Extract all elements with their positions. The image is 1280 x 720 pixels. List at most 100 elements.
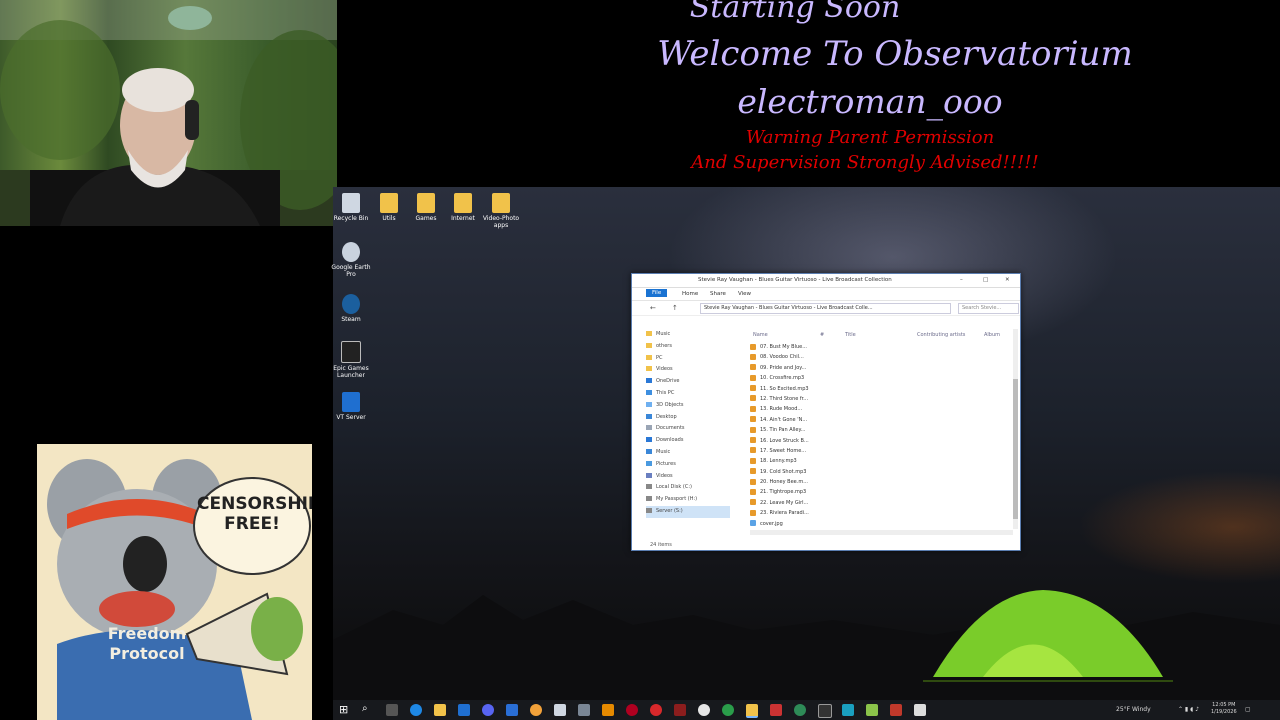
folder-icon: [417, 193, 435, 213]
desktop-icon-steam[interactable]: Steam: [331, 294, 371, 323]
tab-share[interactable]: Share: [710, 291, 726, 297]
file-row[interactable]: 20. Honey Bee.m...: [750, 477, 1016, 487]
desktop-icon-games[interactable]: Games: [406, 193, 446, 222]
file-row[interactable]: 19. Cold Shot.mp3: [750, 467, 1016, 477]
column-title[interactable]: Title: [845, 332, 856, 338]
app-icon[interactable]: [890, 704, 902, 716]
back-arrow-icon[interactable]: ←: [650, 304, 656, 312]
search-input[interactable]: Search Stevie...: [958, 303, 1019, 314]
nav-item[interactable]: Pictures: [646, 459, 730, 471]
edge-icon[interactable]: [410, 704, 422, 716]
column-name[interactable]: Name: [753, 332, 768, 338]
nav-item[interactable]: This PC: [646, 388, 730, 400]
app-icon[interactable]: [770, 704, 782, 716]
desktop-icon-vt-server[interactable]: VT Server: [331, 392, 371, 421]
opera-icon[interactable]: [626, 704, 638, 716]
clock[interactable]: 12:05 PM 1/19/2026: [1211, 702, 1237, 716]
nav-item[interactable]: Documents: [646, 423, 730, 435]
app-icon[interactable]: [506, 704, 518, 716]
nav-item[interactable]: PC: [646, 353, 730, 365]
nav-item-selected[interactable]: Server (S:): [646, 505, 730, 518]
file-row[interactable]: 08. Voodoo Chil...: [750, 352, 1016, 362]
desktop-icon-epic-games[interactable]: Epic Games Launcher: [331, 341, 371, 379]
file-row[interactable]: 09. Pride and Joy...: [750, 363, 1016, 373]
file-row[interactable]: 11. So Excited.mp3: [750, 384, 1016, 394]
scrollbar-thumb[interactable]: [1013, 379, 1018, 519]
file-row[interactable]: 15. Tin Pan Alley...: [750, 425, 1016, 435]
desktop-icon-recycle-bin[interactable]: Recycle Bin: [331, 193, 371, 222]
app-icon[interactable]: [914, 704, 926, 716]
start-button[interactable]: ⊞: [339, 703, 348, 716]
tray-icons[interactable]: ⌃ ▮ ◖ ♪: [1178, 706, 1199, 713]
task-view-icon[interactable]: [386, 704, 398, 716]
mail-icon[interactable]: [458, 704, 470, 716]
file-row[interactable]: 14. Ain't Gone 'N...: [750, 415, 1016, 425]
file-row[interactable]: 18. Lenny.mp3: [750, 456, 1016, 466]
app-icon[interactable]: [794, 704, 806, 716]
nav-item[interactable]: Videos: [646, 364, 730, 376]
close-button[interactable]: ✕: [1005, 277, 1010, 283]
file-row[interactable]: 23. Riviera Paradi...: [750, 508, 1016, 518]
search-icon[interactable]: ⌕: [362, 703, 368, 714]
desktop-icon-internet[interactable]: Internet: [443, 193, 483, 222]
file-row[interactable]: 22. Leave My Girl...: [750, 498, 1016, 508]
file-row[interactable]: 21. Tightrope.mp3: [750, 487, 1016, 497]
column-number[interactable]: #: [820, 332, 824, 338]
file-explorer-window[interactable]: Stevie Ray Vaughan - Blues Guitar Virtuo…: [631, 273, 1021, 551]
nav-item[interactable]: Downloads: [646, 435, 730, 447]
file-row[interactable]: 16. Love Struck B...: [750, 436, 1016, 446]
audio-file-icon: [750, 437, 756, 444]
nav-item[interactable]: Desktop: [646, 412, 730, 424]
app-icon[interactable]: [650, 704, 662, 716]
file-name: 15. Tin Pan Alley...: [760, 427, 806, 434]
nav-item[interactable]: Videos: [646, 471, 730, 483]
file-explorer-active-icon[interactable]: [746, 704, 758, 718]
desktop-icon-video-photo-apps[interactable]: Video-Photo apps: [481, 193, 521, 229]
nav-item[interactable]: 3D Objects: [646, 400, 730, 412]
tab-home[interactable]: Home: [682, 291, 698, 297]
minimize-button[interactable]: –: [960, 277, 963, 283]
nav-item[interactable]: OneDrive: [646, 376, 730, 388]
app-icon[interactable]: [674, 704, 686, 716]
file-explorer-icon[interactable]: [434, 704, 446, 716]
file-row[interactable]: 10. Crossfire.mp3: [750, 373, 1016, 383]
file-row[interactable]: 13. Rude Mood...: [750, 404, 1016, 414]
file-row[interactable]: 07. Bust My Blue...: [750, 342, 1016, 352]
tab-view[interactable]: View: [738, 291, 751, 297]
nav-item[interactable]: Music: [646, 447, 730, 459]
app-icon[interactable]: [554, 704, 566, 716]
tab-file[interactable]: File: [646, 289, 668, 297]
column-album[interactable]: Album: [984, 332, 1000, 338]
desktop-icon-label: Steam: [341, 316, 361, 323]
audio-file-icon: [750, 343, 756, 350]
address-bar[interactable]: Stevie Ray Vaughan - Blues Guitar Virtuo…: [700, 303, 951, 314]
nav-item[interactable]: Music: [646, 329, 730, 341]
maximize-button[interactable]: □: [983, 277, 988, 283]
file-row[interactable]: 17. Sweet Home...: [750, 446, 1016, 456]
chrome-icon[interactable]: [722, 704, 734, 716]
app-icon[interactable]: [866, 704, 878, 716]
nav-item[interactable]: Local Disk (C:): [646, 482, 730, 494]
vertical-scrollbar[interactable]: [1013, 329, 1018, 529]
notification-icon[interactable]: ▢: [1245, 706, 1251, 713]
nav-item[interactable]: others: [646, 341, 730, 353]
desktop-icon-utils[interactable]: Utils: [369, 193, 409, 222]
nav-label: OneDrive: [656, 378, 680, 385]
explorer-title-bar[interactable]: Stevie Ray Vaughan - Blues Guitar Virtuo…: [632, 274, 1020, 288]
vlc-icon[interactable]: [602, 704, 614, 716]
file-row[interactable]: 12. Third Stone fr...: [750, 394, 1016, 404]
horizontal-scrollbar[interactable]: [750, 530, 1013, 535]
up-arrow-icon[interactable]: ↑: [672, 304, 678, 312]
app-icon[interactable]: [818, 704, 832, 718]
desktop-icon: [646, 413, 652, 419]
nav-item[interactable]: My Passport (H:): [646, 494, 730, 506]
weather-widget[interactable]: 25°F Windy: [1116, 706, 1151, 713]
column-contributing-artists[interactable]: Contributing artists: [917, 332, 965, 338]
app-icon[interactable]: [698, 704, 710, 716]
desktop-icon-google-earth[interactable]: Google Earth Pro: [331, 242, 371, 278]
app-icon[interactable]: [530, 704, 542, 716]
discord-icon[interactable]: [482, 704, 494, 716]
app-icon[interactable]: [842, 704, 854, 716]
file-row[interactable]: cover.jpg: [750, 519, 1016, 529]
app-icon[interactable]: [578, 704, 590, 716]
